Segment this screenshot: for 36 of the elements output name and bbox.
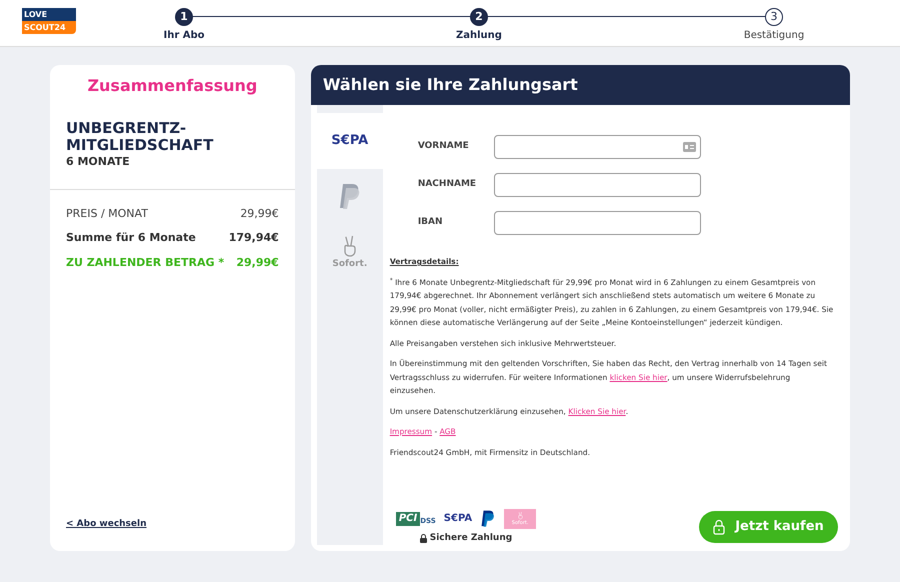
logo-bottom: SCOUT24 xyxy=(22,21,76,34)
summary-value: 179,94€ xyxy=(228,230,279,246)
step-label: Bestätigung xyxy=(744,29,804,43)
summary-value: 29,99€ xyxy=(236,254,279,270)
lock-icon xyxy=(713,518,726,535)
step-number: 2 xyxy=(470,8,488,26)
field-label: IBAN xyxy=(418,216,444,230)
product-duration: 6 MONATE xyxy=(66,154,131,170)
summary-label: Summe für 6 Monate xyxy=(66,230,196,246)
buy-button[interactable]: Jetzt kaufen xyxy=(699,510,838,543)
paypal-icon xyxy=(338,183,362,211)
text-field[interactable] xyxy=(494,211,701,235)
summary-value: 29,99€ xyxy=(240,206,279,222)
text-field[interactable] xyxy=(494,135,701,159)
field-label: NACHNAME xyxy=(418,178,478,192)
change-plan-link[interactable]: < Abo wechseln xyxy=(66,519,147,529)
contact-card-icon xyxy=(682,142,696,152)
sepa-logo: S€PA xyxy=(444,512,472,526)
step-label: Zahlung xyxy=(456,29,502,43)
paypal-icon xyxy=(480,510,496,528)
summary-label: ZU ZAHLENDER BETRAG * xyxy=(66,254,224,270)
logo[interactable]: LOVE SCOUT24 xyxy=(22,8,76,34)
logo-top: LOVE xyxy=(22,8,76,21)
peace-hand-icon xyxy=(516,511,524,520)
payment-title: Wählen sie Ihre Zahlungsart xyxy=(322,74,578,96)
product-name: UNBEGRENTZ-MITGLIEDSCHAFT xyxy=(66,120,214,154)
step-number: 3 xyxy=(765,8,783,26)
field-label: VORNAME xyxy=(418,140,470,154)
lock-icon xyxy=(420,534,427,543)
summary-title: Zusammenfassung xyxy=(87,75,258,97)
step-number: 1 xyxy=(175,8,193,26)
payment-method-tab[interactable]: S€PA xyxy=(316,113,383,169)
step-label: Ihr Abo xyxy=(163,29,205,43)
secure-payment-label: Sichere Zahlung xyxy=(430,532,512,544)
text-field[interactable] xyxy=(494,173,701,197)
summary-label: PREIS / MONAT xyxy=(66,206,148,222)
